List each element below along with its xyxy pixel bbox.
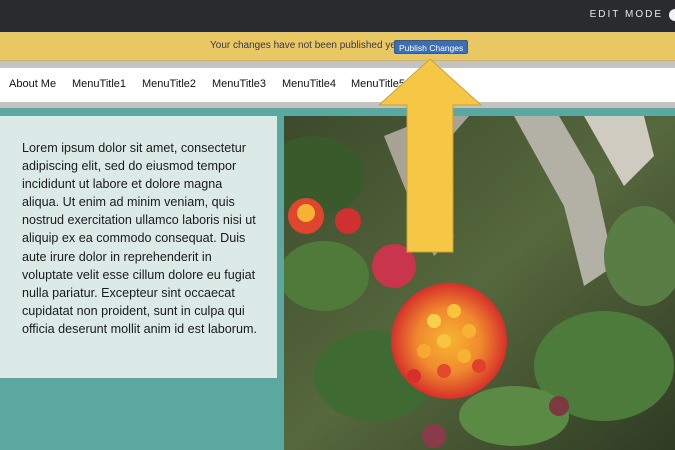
site-nav: About Me MenuTitle1 MenuTitle2 MenuTitle… xyxy=(0,68,675,102)
nav-item-about-me[interactable]: About Me xyxy=(9,78,56,90)
up-arrow-annotation-icon xyxy=(378,58,482,253)
nav-item-menutitle3[interactable]: MenuTitle3 xyxy=(212,78,266,90)
nav-item-menutitle1[interactable]: MenuTitle1 xyxy=(72,78,126,90)
body-paragraph: Lorem ipsum dolor sit amet, consectetur … xyxy=(22,141,257,336)
publish-changes-button[interactable]: Publish Changes xyxy=(394,40,469,54)
nav-item-menutitle2[interactable]: MenuTitle2 xyxy=(142,78,196,90)
unpublished-notice-bar: Your changes have not been published yet… xyxy=(0,32,675,61)
edit-mode-label: EDIT MODE xyxy=(589,9,663,20)
editor-topbar: EDIT MODE xyxy=(0,0,675,32)
divider-strip xyxy=(0,61,675,68)
nav-item-menutitle4[interactable]: MenuTitle4 xyxy=(282,78,336,90)
unpublished-message: Your changes have not been published yet… xyxy=(210,40,402,51)
text-panel: Lorem ipsum dolor sit amet, consectetur … xyxy=(0,116,277,378)
edit-mode-toggle[interactable] xyxy=(669,9,675,21)
